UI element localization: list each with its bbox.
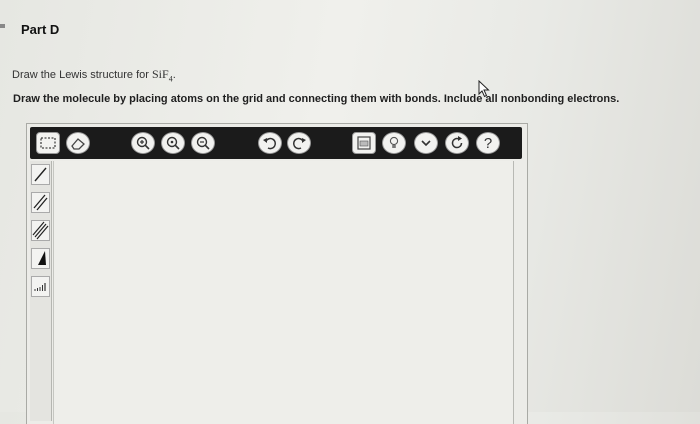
double-bond-icon — [33, 194, 48, 211]
eraser-button[interactable] — [66, 132, 90, 154]
hint-button[interactable] — [382, 132, 406, 154]
chevron-down-icon — [421, 140, 431, 147]
instruction-suffix: . — [172, 69, 176, 81]
undo-icon — [263, 137, 277, 150]
page-edge-marker — [0, 24, 5, 28]
zoom-out-button[interactable] — [191, 132, 215, 154]
triple-bond-icon — [32, 221, 49, 240]
formula: SiF4 — [152, 67, 173, 83]
single-bond-tool[interactable] — [31, 164, 50, 185]
single-bond-icon — [34, 167, 47, 182]
part-title: Part D — [21, 22, 60, 37]
bond-tools-panel — [30, 161, 52, 421]
instruction-prefix: Draw the Lewis structure for — [12, 69, 152, 81]
zoom-out-icon — [196, 136, 210, 150]
marquee-select-button[interactable] — [36, 132, 60, 154]
zoom-reset-icon — [166, 136, 180, 150]
more-button[interactable] — [414, 132, 438, 154]
canvas-right-border — [513, 161, 514, 424]
question-icon: ? — [483, 134, 493, 152]
lewis-structure-editor: ? — [26, 123, 528, 424]
refresh-icon — [451, 136, 463, 149]
lightbulb-icon — [389, 136, 399, 148]
editor-toolbar: ? — [30, 127, 522, 159]
drawing-canvas[interactable] — [53, 161, 514, 424]
triple-bond-tool[interactable] — [31, 220, 50, 241]
hash-bond-icon — [34, 283, 46, 291]
undo-button[interactable] — [258, 132, 282, 154]
eraser-icon — [71, 138, 85, 150]
instruction-line-2: Draw the molecule by placing atoms on th… — [13, 93, 620, 105]
zoom-in-button[interactable] — [131, 132, 155, 154]
wedge-bond-tool[interactable] — [31, 248, 50, 269]
dashed-rectangle-icon — [40, 137, 56, 149]
formula-main: SiF — [152, 67, 169, 81]
reset-button[interactable] — [445, 132, 469, 154]
help-button[interactable]: ? — [476, 132, 500, 154]
redo-button[interactable] — [287, 132, 311, 154]
zoom-reset-button[interactable] — [161, 132, 185, 154]
wedge-bond-icon — [38, 251, 46, 265]
hash-bond-tool[interactable] — [31, 276, 50, 297]
mouse-cursor-icon — [478, 80, 490, 98]
redo-icon — [292, 137, 306, 150]
template-icon — [357, 136, 371, 150]
instruction-line-1: Draw the Lewis structure for SiF4. — [12, 67, 176, 83]
zoom-in-icon — [136, 136, 150, 150]
double-bond-tool[interactable] — [31, 192, 50, 213]
templates-button[interactable] — [352, 132, 376, 154]
